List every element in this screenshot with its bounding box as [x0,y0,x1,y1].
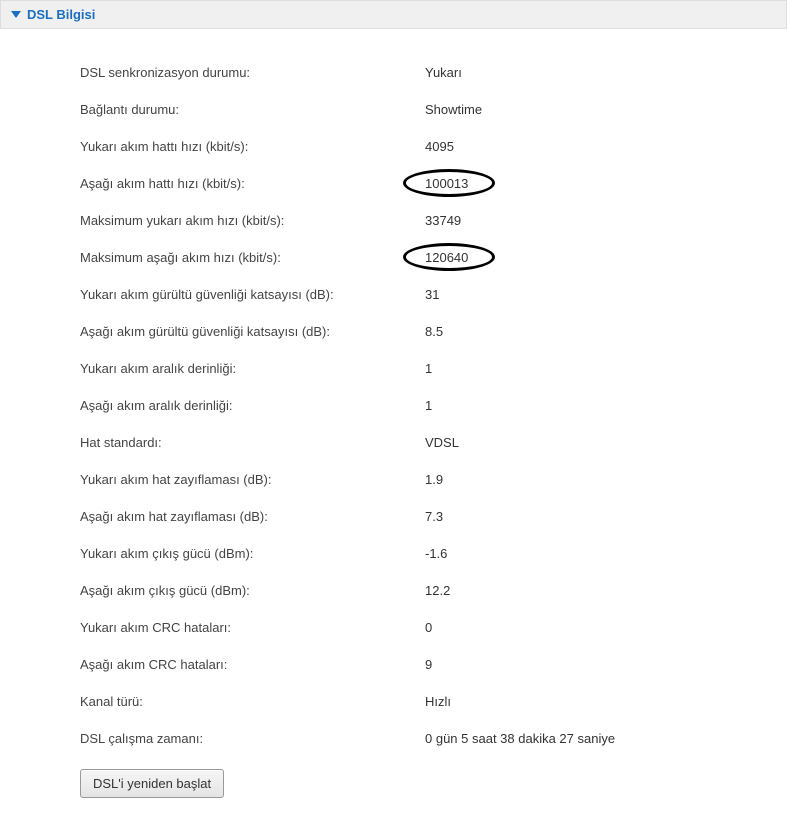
label: DSL çalışma zamanı: [80,731,425,746]
restart-dsl-button[interactable]: DSL'i yeniden başlat [80,769,224,798]
label: Kanal türü: [80,694,425,709]
value: Yukarı [425,65,462,80]
label: Aşağı akım aralık derinliği: [80,398,425,413]
value: 9 [425,657,432,672]
row-channel-type: Kanal türü: Hızlı [80,683,787,720]
value: VDSL [425,435,459,450]
row-up-power: Yukarı akım çıkış gücü (dBm): -1.6 [80,535,787,572]
collapse-icon [11,11,21,18]
row-up-atten: Yukarı akım hat zayıflaması (dB): 1.9 [80,461,787,498]
label: Bağlantı durumu: [80,102,425,117]
value-text: 100013 [425,176,468,191]
row-standard: Hat standardı: VDSL [80,424,787,461]
row-max-downstream: Maksimum aşağı akım hızı (kbit/s): 12064… [80,239,787,276]
panel-header[interactable]: DSL Bilgisi [0,0,787,29]
label: Aşağı akım gürültü güvenliği katsayısı (… [80,324,425,339]
value: Showtime [425,102,482,117]
value: -1.6 [425,546,447,561]
dsl-info-panel: DSL Bilgisi DSL senkronizasyon durumu: Y… [0,0,787,818]
label: Yukarı akım çıkış gücü (dBm): [80,546,425,561]
label: Yukarı akım hattı hızı (kbit/s): [80,139,425,154]
value: 4095 [425,139,454,154]
panel-content: DSL senkronizasyon durumu: Yukarı Bağlan… [0,29,787,818]
value: 33749 [425,213,461,228]
row-sync-status: DSL senkronizasyon durumu: Yukarı [80,54,787,91]
value: 1 [425,398,432,413]
label: Yukarı akım gürültü güvenliği katsayısı … [80,287,425,302]
label: DSL senkronizasyon durumu: [80,65,425,80]
label: Maksimum aşağı akım hızı (kbit/s): [80,250,425,265]
value: 12.2 [425,583,450,598]
row-up-interleave: Yukarı akım aralık derinliği: 1 [80,350,787,387]
row-down-noise: Aşağı akım gürültü güvenliği katsayısı (… [80,313,787,350]
value: 0 gün 5 saat 38 dakika 27 saniye [425,731,615,746]
row-down-crc: Aşağı akım CRC hataları: 9 [80,646,787,683]
row-uptime: DSL çalışma zamanı: 0 gün 5 saat 38 daki… [80,720,787,757]
row-downstream-rate: Aşağı akım hattı hızı (kbit/s): 100013 [80,165,787,202]
row-down-interleave: Aşağı akım aralık derinliği: 1 [80,387,787,424]
label: Yukarı akım hat zayıflaması (dB): [80,472,425,487]
value: 100013 [425,176,468,191]
label: Aşağı akım CRC hataları: [80,657,425,672]
label: Hat standardı: [80,435,425,450]
label: Yukarı akım aralık derinliği: [80,361,425,376]
value: 1.9 [425,472,443,487]
value: 8.5 [425,324,443,339]
row-up-noise: Yukarı akım gürültü güvenliği katsayısı … [80,276,787,313]
label: Aşağı akım hattı hızı (kbit/s): [80,176,425,191]
label: Yukarı akım CRC hataları: [80,620,425,635]
value: 1 [425,361,432,376]
panel-title: DSL Bilgisi [27,7,95,22]
label: Aşağı akım çıkış gücü (dBm): [80,583,425,598]
row-max-upstream: Maksimum yukarı akım hızı (kbit/s): 3374… [80,202,787,239]
value: 7.3 [425,509,443,524]
label: Maksimum yukarı akım hızı (kbit/s): [80,213,425,228]
row-down-atten: Aşağı akım hat zayıflaması (dB): 7.3 [80,498,787,535]
row-up-crc: Yukarı akım CRC hataları: 0 [80,609,787,646]
value: Hızlı [425,694,451,709]
value-text: 120640 [425,250,468,265]
label: Aşağı akım hat zayıflaması (dB): [80,509,425,524]
value: 0 [425,620,432,635]
value: 31 [425,287,439,302]
row-link-status: Bağlantı durumu: Showtime [80,91,787,128]
value: 120640 [425,250,468,265]
row-upstream-rate: Yukarı akım hattı hızı (kbit/s): 4095 [80,128,787,165]
row-down-power: Aşağı akım çıkış gücü (dBm): 12.2 [80,572,787,609]
